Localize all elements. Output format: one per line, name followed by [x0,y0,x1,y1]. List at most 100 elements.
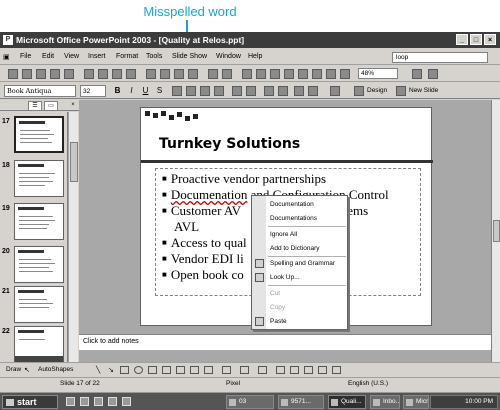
ask-a-question-input[interactable]: loop [392,52,488,63]
zoom-select[interactable]: 48% [358,68,398,79]
bullet-continuation[interactable]: AVL [174,219,199,235]
taskbar-item[interactable]: Quali... [328,395,366,409]
taskbar-item[interactable]: Micr... [403,395,429,409]
insert-chart-icon[interactable] [242,69,252,79]
oval-icon[interactable] [134,366,143,374]
slide-thumbnail-19[interactable] [14,203,64,240]
menu-window[interactable]: Window [216,53,241,60]
increase-font-icon[interactable] [264,86,274,96]
menu-slide-show[interactable]: Slide Show [172,53,207,60]
arrow-style-icon[interactable] [304,366,313,374]
slide-title[interactable]: Turnkey Solutions [159,136,300,152]
new-slide-icon[interactable] [396,86,406,96]
numbering-icon[interactable] [232,86,242,96]
suggestion-documentations[interactable]: Documentations [270,215,317,222]
menu-help[interactable]: Help [248,53,262,60]
slides-pane-scrollbar[interactable] [68,112,78,366]
bold-button[interactable]: B [112,85,123,97]
minimize-button[interactable]: _ [456,34,468,45]
autoshapes-menu[interactable]: AutoShapes [38,366,73,373]
menu-format[interactable]: Format [116,53,138,60]
draw-menu[interactable]: Draw [6,366,21,373]
bullet-item[interactable]: Open book co [162,267,244,283]
menu-tools[interactable]: Tools [146,53,162,60]
outline-tab[interactable]: ☰ [28,101,42,111]
font-color-icon[interactable] [258,366,267,374]
underline-button[interactable]: U [140,85,151,97]
menu-insert[interactable]: Insert [88,53,106,60]
shadow-button[interactable]: S [154,85,165,97]
help-icon[interactable] [412,69,422,79]
toolbar-options-icon[interactable] [428,69,438,79]
show-formatting-icon[interactable] [312,69,322,79]
align-left-icon[interactable] [172,86,182,96]
bullets-icon[interactable] [246,86,256,96]
slide-thumbnail-17[interactable] [14,116,64,153]
cut-icon[interactable] [146,69,156,79]
quick-launch-icon[interactable] [94,397,103,406]
insert-table-icon[interactable] [256,69,266,79]
slides-tab[interactable]: ▭ [44,101,58,111]
color-grayscale-icon[interactable] [340,69,350,79]
misspelled-word[interactable]: Documenation [171,187,248,202]
permission-icon[interactable] [50,69,60,79]
notes-pane[interactable]: Click to add notes [79,334,491,350]
shadow-style-icon[interactable] [318,366,327,374]
menu-edit[interactable]: Edit [42,53,54,60]
doc-menu-icon[interactable]: ▣ [3,53,10,61]
paste-item[interactable]: Paste [270,318,287,325]
hyperlink-icon[interactable] [284,69,294,79]
tables-borders-icon[interactable] [270,69,280,79]
new-slide-button[interactable]: New Slide [409,87,438,94]
spelling-icon[interactable] [112,69,122,79]
start-button[interactable]: start [2,395,58,409]
new-icon[interactable] [8,69,18,79]
quick-launch-icon[interactable] [80,397,89,406]
font-size-select[interactable]: 32 [80,85,106,97]
print-icon[interactable] [84,69,94,79]
decrease-font-icon[interactable] [278,86,288,96]
fill-color-icon[interactable] [222,366,231,374]
copy-icon[interactable] [160,69,170,79]
look-up-item[interactable]: Look Up... [270,274,300,281]
design-icon[interactable] [354,86,364,96]
arrow-icon[interactable]: ↘ [108,366,117,374]
maximize-button[interactable]: □ [470,34,482,45]
line-icon[interactable]: ╲ [96,366,105,374]
dash-style-icon[interactable] [290,366,299,374]
menu-file[interactable]: File [20,53,31,60]
3d-style-icon[interactable] [332,366,341,374]
align-right-icon[interactable] [200,86,210,96]
scroll-thumb[interactable] [493,220,500,242]
print-preview-icon[interactable] [98,69,108,79]
taskbar-item[interactable]: 9571... [278,395,324,409]
line-style-icon[interactable] [276,366,285,374]
slide-design-button[interactable]: Design [367,87,387,94]
clip-art-icon[interactable] [190,366,199,374]
scroll-thumb[interactable] [70,142,78,182]
quick-launch-icon[interactable] [108,397,117,406]
redo-icon[interactable] [222,69,232,79]
slide-thumbnail-22[interactable] [14,326,64,363]
slide-thumbnail-21[interactable] [14,286,64,323]
italic-button[interactable]: I [126,85,137,97]
expand-all-icon[interactable] [298,69,308,79]
taskbar-item[interactable]: Inbo... [370,395,400,409]
format-painter-icon[interactable] [188,69,198,79]
diagram-icon[interactable] [176,366,185,374]
add-to-dictionary-item[interactable]: Add to Dictionary [270,245,320,252]
open-icon[interactable] [22,69,32,79]
bullet-item[interactable]: Vendor EDI li [162,251,244,267]
close-pane-icon[interactable]: × [66,101,80,111]
research-icon[interactable] [126,69,136,79]
menu-view[interactable]: View [64,53,79,60]
quick-launch-icon[interactable] [66,397,75,406]
grid-icon[interactable] [326,69,336,79]
bullet-item[interactable]: Proactive vendor partnerships [162,171,326,187]
rectangle-icon[interactable] [120,366,129,374]
font-name-select[interactable]: Book Antiqua [4,85,76,97]
powerpoint-app-icon[interactable]: P [3,35,13,45]
undo-icon[interactable] [208,69,218,79]
increase-indent-icon[interactable] [308,86,318,96]
email-icon[interactable] [64,69,74,79]
